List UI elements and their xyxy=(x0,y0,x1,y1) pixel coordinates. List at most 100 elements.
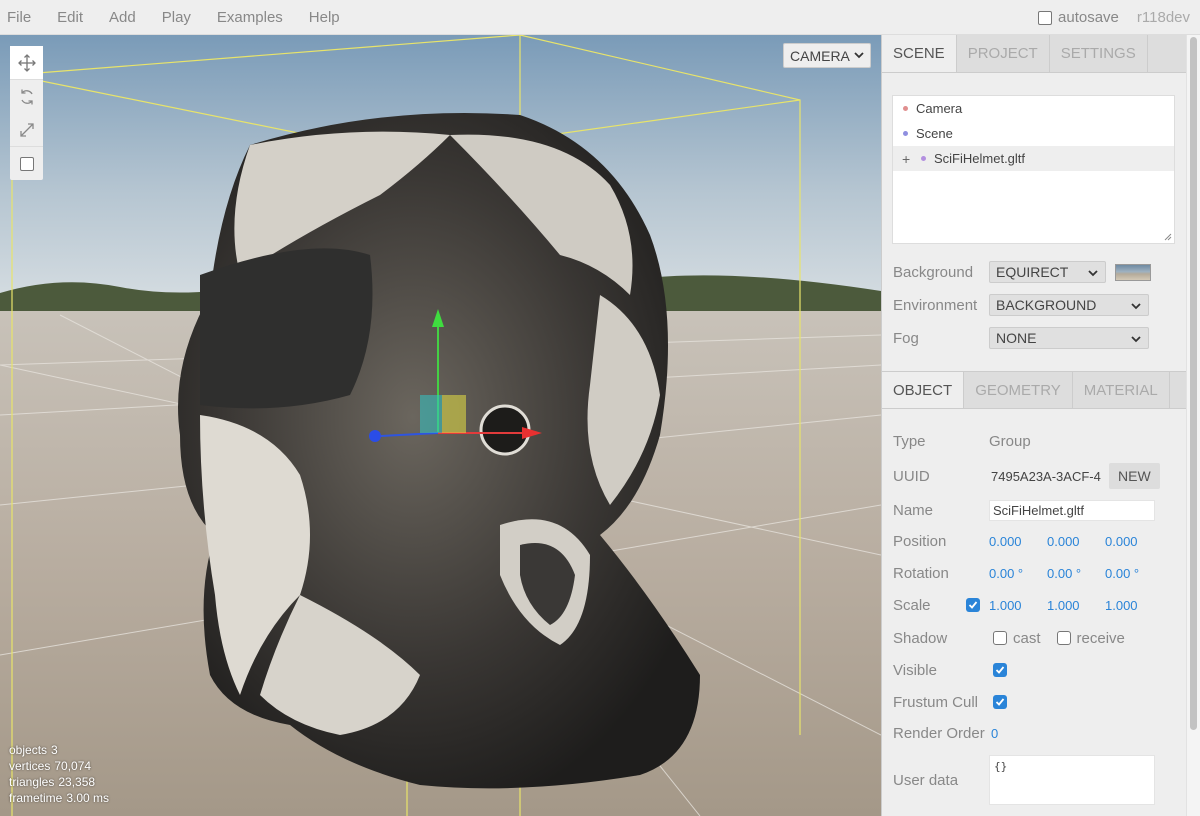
visible-label: Visible xyxy=(893,661,937,679)
fog-select-value: NONE xyxy=(996,330,1037,346)
position-y-input[interactable]: 0.000 xyxy=(1047,534,1105,549)
receive-label: receive xyxy=(1076,629,1125,647)
menu-edit[interactable]: Edit xyxy=(44,0,96,35)
scrollbar-thumb[interactable] xyxy=(1190,37,1197,730)
resize-handle-icon[interactable] xyxy=(1164,233,1172,241)
check-icon xyxy=(995,698,1005,706)
rotation-y-input[interactable]: 0.00 ° xyxy=(1047,566,1105,581)
autosave-checkbox[interactable] xyxy=(1038,10,1053,25)
menu-examples[interactable]: Examples xyxy=(204,0,296,35)
receive-shadow-checkbox[interactable] xyxy=(1056,631,1071,645)
scene-render xyxy=(0,35,881,816)
info-triangles: triangles 23,358 xyxy=(9,775,96,789)
chevron-down-icon xyxy=(854,52,864,59)
frustum-cull-checkbox[interactable] xyxy=(993,695,1007,709)
tab-geometry[interactable]: GEOMETRY xyxy=(964,372,1073,408)
position-label: Position xyxy=(893,532,947,550)
environment-label: Environment xyxy=(893,296,978,314)
type-row: Type Group xyxy=(893,429,1031,453)
scale-tool[interactable] xyxy=(10,113,43,146)
translate-tool[interactable] xyxy=(10,46,43,79)
local-space-toggle[interactable] xyxy=(10,147,43,180)
userdata-label: User data xyxy=(893,771,959,789)
uuid-value: 7495A23A-3ACF-4 xyxy=(991,468,1101,484)
sidebar-scrollbar[interactable] xyxy=(1186,35,1200,816)
visible-row: Visible xyxy=(893,658,1007,682)
fog-label: Fog xyxy=(893,329,919,347)
rotate-icon xyxy=(20,89,33,104)
scale-icon xyxy=(19,122,34,137)
scale-lock-checkbox[interactable] xyxy=(966,598,980,612)
rotation-row: Rotation 0.00 ° 0.00 ° 0.00 ° xyxy=(893,561,1163,585)
frustum-cull-label: Frustum Cull xyxy=(893,693,979,711)
camera-dot-icon xyxy=(903,106,908,111)
outliner-label: Camera xyxy=(916,101,963,116)
uuid-label: UUID xyxy=(893,467,930,485)
background-texture-thumbnail[interactable] xyxy=(1115,263,1151,281)
type-label: Type xyxy=(893,432,926,450)
object-tabs: OBJECT GEOMETRY MATERIAL xyxy=(882,371,1186,409)
scene-dot-icon xyxy=(903,131,908,136)
rotate-tool[interactable] xyxy=(10,80,43,113)
check-icon xyxy=(968,601,978,609)
viewport[interactable]: CAMERA objects 3 vertices 70,074 triangles… xyxy=(0,35,881,816)
fog-row: Fog NONE xyxy=(893,326,1149,350)
render-order-input[interactable]: 0 xyxy=(991,726,1049,741)
chevron-down-icon xyxy=(1131,303,1141,310)
outliner-label: Scene xyxy=(916,126,953,141)
translate-icon xyxy=(17,53,36,72)
menu-help[interactable]: Help xyxy=(296,0,353,35)
position-row: Position 0.000 0.000 0.000 xyxy=(893,529,1163,553)
autosave-label: autosave xyxy=(1058,9,1119,26)
visible-checkbox[interactable] xyxy=(993,663,1007,677)
rotation-z-input[interactable]: 0.00 ° xyxy=(1105,566,1163,581)
background-select-value: EQUIRECT xyxy=(996,264,1069,280)
transform-toolbar xyxy=(10,46,43,180)
name-input[interactable]: SciFiHelmet.gltf xyxy=(989,499,1155,521)
expand-plus-icon[interactable]: + xyxy=(902,151,910,167)
outliner-item-scifihelmet[interactable]: + SciFiHelmet.gltf xyxy=(893,146,1174,171)
type-value: Group xyxy=(989,432,1031,450)
position-x-input[interactable]: 0.000 xyxy=(989,534,1047,549)
environment-select[interactable]: BACKGROUND xyxy=(989,294,1149,316)
new-uuid-button[interactable]: NEW xyxy=(1109,463,1160,489)
object-dot-icon xyxy=(921,156,926,161)
outliner-item-scene[interactable]: Scene xyxy=(893,121,1174,146)
chevron-down-icon xyxy=(1131,336,1141,343)
userdata-row: User data xyxy=(893,768,989,792)
tab-material[interactable]: MATERIAL xyxy=(1073,372,1170,408)
camera-select[interactable]: CAMERA xyxy=(783,43,871,68)
scene-outliner[interactable]: Camera Scene + SciFiHelmet.gltf xyxy=(892,95,1175,244)
tab-project[interactable]: PROJECT xyxy=(957,35,1050,72)
menubar: File Edit Add Play Examples Help autosav… xyxy=(0,0,1200,35)
autosave-toggle[interactable]: autosave xyxy=(1038,9,1119,26)
outliner-item-camera[interactable]: Camera xyxy=(893,96,1174,121)
scale-x-input[interactable]: 1.000 xyxy=(989,598,1047,613)
menu-add[interactable]: Add xyxy=(96,0,149,35)
camera-select-value: CAMERA xyxy=(790,47,850,64)
userdata-textarea[interactable]: {} xyxy=(989,755,1155,805)
object-panel: OBJECT GEOMETRY MATERIAL Type Group UUID… xyxy=(882,371,1186,816)
outliner-label: SciFiHelmet.gltf xyxy=(934,151,1026,166)
info-objects: objects 3 xyxy=(9,743,58,757)
tab-scene[interactable]: SCENE xyxy=(882,35,957,72)
local-space-checkbox[interactable] xyxy=(19,156,34,171)
scale-label: Scale xyxy=(893,596,931,614)
cast-shadow-checkbox[interactable] xyxy=(993,631,1007,645)
menubar-right: autosave r118dev xyxy=(1038,0,1200,35)
tab-settings[interactable]: SETTINGS xyxy=(1050,35,1148,72)
position-z-input[interactable]: 0.000 xyxy=(1105,534,1163,549)
scale-z-input[interactable]: 1.000 xyxy=(1105,598,1163,613)
fog-select[interactable]: NONE xyxy=(989,327,1149,349)
sidebar-tabs: SCENE PROJECT SETTINGS xyxy=(882,35,1186,73)
scale-row: Scale 1.000 1.000 1.000 xyxy=(893,593,1163,617)
menu-play[interactable]: Play xyxy=(149,0,204,35)
scale-y-input[interactable]: 1.000 xyxy=(1047,598,1105,613)
background-row: Background EQUIRECT xyxy=(893,260,1151,284)
rotation-x-input[interactable]: 0.00 ° xyxy=(989,566,1047,581)
render-order-label: Render Order xyxy=(893,724,985,742)
background-select[interactable]: EQUIRECT xyxy=(989,261,1106,283)
name-row: Name SciFiHelmet.gltf xyxy=(893,498,1155,522)
tab-object[interactable]: OBJECT xyxy=(882,372,965,408)
menu-file[interactable]: File xyxy=(0,0,44,35)
